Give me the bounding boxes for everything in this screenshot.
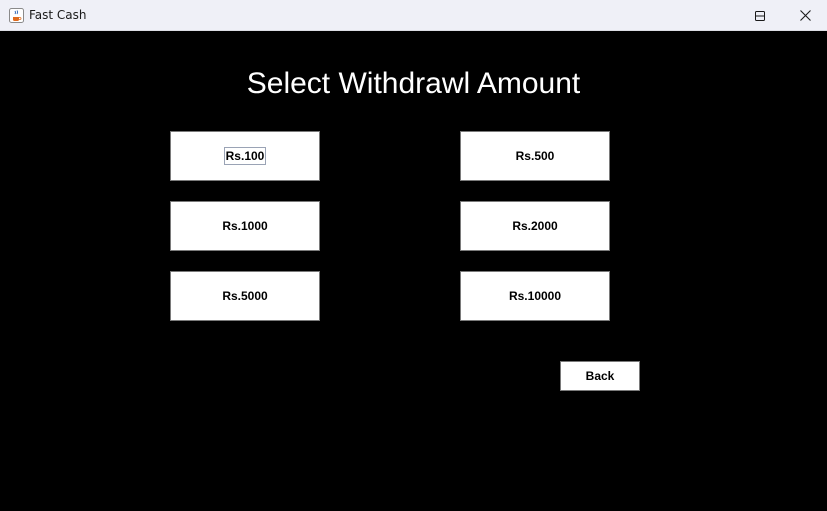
amount-button-10000[interactable]: Rs.10000 [460,271,610,321]
window-title: Fast Cash [29,8,87,22]
amount-button-1000[interactable]: Rs.1000 [170,201,320,251]
amount-label: Rs.1000 [222,219,268,233]
close-icon [799,10,811,21]
close-button[interactable] [783,0,827,31]
amount-button-500[interactable]: Rs.500 [460,131,610,181]
amount-button-5000[interactable]: Rs.5000 [170,271,320,321]
fast-cash-panel: Select Withdrawl Amount Rs.100 Rs.500 Rs… [0,31,827,511]
amount-label: Rs.2000 [512,219,558,233]
java-cup-icon [9,8,24,23]
maximize-button[interactable] [737,0,783,31]
amount-label: Rs.5000 [222,289,268,303]
back-label: Back [585,369,615,383]
amount-label: Rs.100 [223,147,267,165]
amount-label: Rs.10000 [508,289,562,303]
back-button[interactable]: Back [560,361,640,391]
maximize-icon [755,10,765,21]
window-titlebar[interactable]: Fast Cash [0,0,827,31]
amount-label: Rs.500 [515,149,555,163]
amount-button-2000[interactable]: Rs.2000 [460,201,610,251]
amount-button-100[interactable]: Rs.100 [170,131,320,181]
page-title: Select Withdrawl Amount [246,67,581,100]
